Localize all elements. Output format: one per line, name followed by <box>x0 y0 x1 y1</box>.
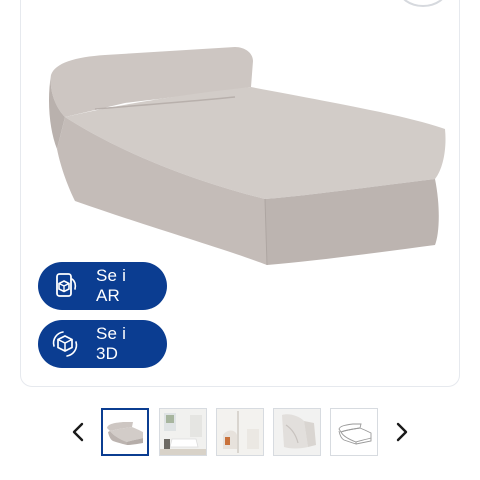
ar-phone-cube-icon <box>50 271 80 301</box>
product-gallery: Se i AR Se i 3D <box>20 0 460 387</box>
chevron-right-icon <box>396 422 408 442</box>
thumbnail-dimension-sketch[interactable] <box>330 408 378 456</box>
next-image-button[interactable] <box>391 419 413 445</box>
thumbnail-image <box>217 409 263 455</box>
product-image-beanbag-lounger <box>49 47 446 266</box>
view-in-3d-button[interactable]: Se i 3D <box>38 320 167 368</box>
thumbnail-image <box>160 409 206 455</box>
thumbnail-living-room[interactable] <box>159 408 207 456</box>
product-page: Se i AR Se i 3D <box>0 0 480 480</box>
thumbnail-beanbag-lounger[interactable] <box>101 408 149 456</box>
thumbnail-image <box>274 409 320 455</box>
chevron-left-icon <box>72 422 84 442</box>
thumbnail-image <box>107 422 143 445</box>
view-in-ar-button[interactable]: Se i AR <box>38 262 167 310</box>
prev-image-button[interactable] <box>67 419 89 445</box>
thumbnail-interior-detail[interactable] <box>216 408 264 456</box>
cube-rotate-icon <box>50 329 80 359</box>
view-in-ar-label: Se i AR <box>96 266 127 305</box>
view-in-3d-label: Se i 3D <box>96 324 127 363</box>
thumbnail-corner-detail[interactable] <box>273 408 321 456</box>
thumbnail-image <box>331 409 377 455</box>
thumbnail-strip <box>0 404 480 460</box>
